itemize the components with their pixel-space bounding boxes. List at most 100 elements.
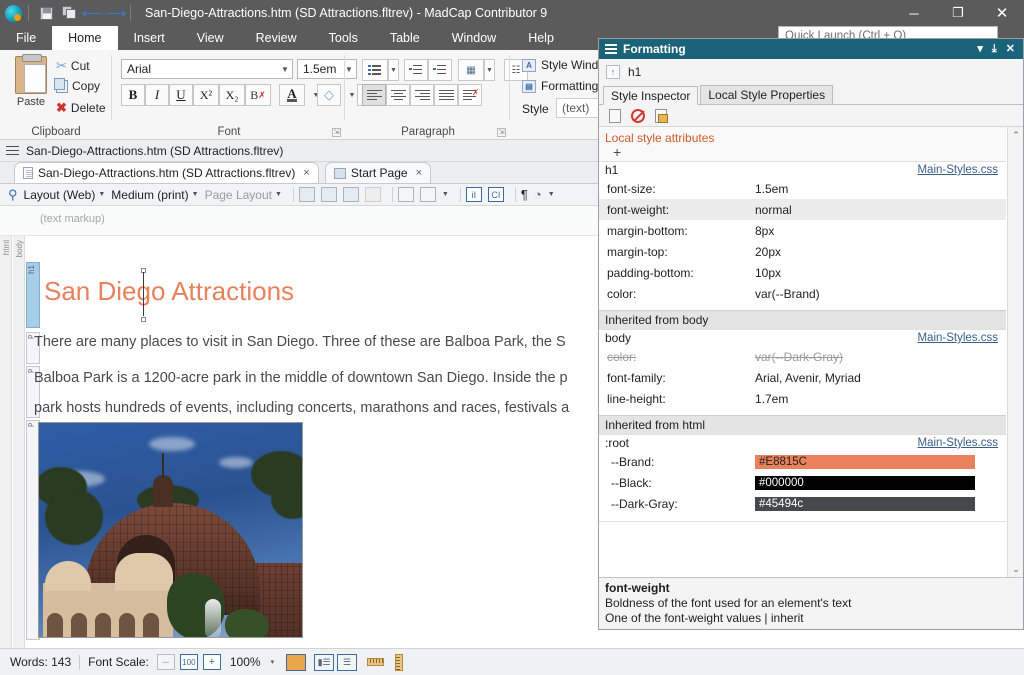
remove-style-button[interactable] bbox=[630, 108, 645, 123]
font-scale-reset-button[interactable]: 100 bbox=[179, 654, 198, 670]
ribbon-tab-home[interactable]: Home bbox=[52, 26, 118, 50]
property-row-body-font-family[interactable]: font-family: Arial, Avenir, Myriad bbox=[599, 367, 1006, 388]
pane-menu-icon[interactable] bbox=[6, 145, 19, 156]
panel-scrollbar[interactable]: ⌃ ⌄ bbox=[1007, 127, 1023, 577]
font-family-combo[interactable]: Arial ▼ bbox=[121, 59, 293, 79]
show-preview-button[interactable] bbox=[342, 187, 359, 202]
panel-menu-icon[interactable] bbox=[605, 44, 617, 54]
highlight-button[interactable]: ◇ bbox=[317, 84, 341, 106]
style-inspector-body[interactable]: ⌃ ⌄ Local style attributes + h1 Main-Sty… bbox=[599, 127, 1023, 577]
show-snippets-button[interactable] bbox=[397, 187, 414, 202]
horizontal-ruler-button[interactable] bbox=[366, 654, 385, 671]
italic-button[interactable]: I bbox=[145, 84, 169, 106]
document-image[interactable] bbox=[38, 422, 303, 638]
bullet-list-dropdown[interactable]: ▼ bbox=[388, 59, 399, 81]
superscript-button[interactable]: X² bbox=[193, 84, 219, 106]
show-blocks-button[interactable] bbox=[320, 187, 337, 202]
property-row-font-size[interactable]: font-size: 1.5em bbox=[599, 178, 1006, 199]
xml-editor-icon[interactable]: ⚲ bbox=[8, 187, 18, 203]
bold-button[interactable]: B bbox=[121, 84, 145, 106]
rule-source-h1[interactable]: Main-Styles.css bbox=[917, 164, 998, 176]
concept-button[interactable]: CI bbox=[487, 187, 504, 202]
ribbon-tab-window[interactable]: Window bbox=[436, 26, 512, 50]
close-button[interactable]: ✕ bbox=[980, 0, 1024, 26]
property-row-var-dark-gray[interactable]: --Dark-Gray: #45494c bbox=[599, 493, 1006, 514]
align-right-button[interactable] bbox=[410, 84, 434, 106]
panel-dropdown-icon[interactable]: ▾ bbox=[977, 43, 983, 55]
redo-button[interactable]: ⟶ bbox=[105, 5, 127, 22]
font-scale-increase-button[interactable]: + bbox=[202, 654, 221, 670]
property-row-margin-bottom[interactable]: margin-bottom: 8px bbox=[599, 220, 1006, 241]
body-structure-column[interactable]: body bbox=[13, 236, 25, 648]
font-dialog-launcher[interactable]: ⇲ bbox=[332, 128, 341, 137]
paste-button[interactable]: Paste bbox=[8, 54, 54, 118]
show-marks-button[interactable]: ¶ bbox=[521, 187, 528, 202]
document-tab-san-diego[interactable]: San-Diego-Attractions.htm (SD Attraction… bbox=[14, 162, 319, 183]
select-parent-icon[interactable]: ↑ bbox=[606, 65, 620, 79]
close-tab-icon[interactable]: × bbox=[303, 167, 309, 179]
align-justify-button[interactable] bbox=[434, 84, 458, 106]
panel-pin-icon[interactable]: ⤓ bbox=[992, 43, 997, 55]
underline-button[interactable]: U bbox=[169, 84, 193, 106]
scroll-down-arrow-icon[interactable]: ⌄ bbox=[1008, 561, 1023, 577]
conditions-dropdown[interactable]: ▼ bbox=[548, 191, 555, 198]
property-row-margin-top[interactable]: margin-top: 20px bbox=[599, 241, 1006, 262]
property-row-font-weight[interactable]: font-weight: normal bbox=[599, 199, 1006, 220]
tab-style-inspector[interactable]: Style Inspector bbox=[603, 86, 699, 105]
document-tab-start-page[interactable]: Start Page × bbox=[324, 162, 431, 183]
property-row-body-color[interactable]: color: var(--Dark-Gray) bbox=[599, 346, 1006, 367]
image-options-button[interactable]: ▦ bbox=[458, 59, 484, 81]
align-center-button[interactable] bbox=[386, 84, 410, 106]
close-tab-icon-2[interactable]: × bbox=[416, 167, 422, 179]
font-scale-decrease-button[interactable]: ─ bbox=[156, 654, 175, 670]
document-paragraph-3[interactable]: park hosts hundreds of events, including… bbox=[34, 400, 569, 416]
document-paragraph-2[interactable]: Balboa Park is a 1200-acre park in the m… bbox=[34, 370, 568, 386]
scroll-up-arrow-icon[interactable]: ⌃ bbox=[1008, 127, 1023, 143]
clear-formatting-button[interactable]: B ✗ bbox=[245, 84, 271, 106]
decrease-indent-button[interactable] bbox=[404, 59, 428, 81]
zoom-dropdown-icon[interactable]: ▾ bbox=[271, 658, 275, 666]
layout-dropdown[interactable]: Layout (Web) ▼ bbox=[24, 188, 106, 202]
rule-source-root[interactable]: Main-Styles.css bbox=[917, 437, 998, 449]
bullet-list-button[interactable] bbox=[362, 59, 388, 81]
split-layout-button[interactable]: ☰ bbox=[337, 653, 358, 671]
property-row-color[interactable]: color: var(--Brand) bbox=[599, 283, 1006, 304]
selection-handle-bottom[interactable] bbox=[141, 317, 146, 322]
stylesheet-button[interactable] bbox=[607, 108, 622, 123]
page-layout-dropdown[interactable]: Page Layout ▼ bbox=[205, 188, 282, 202]
show-variables-button[interactable] bbox=[419, 187, 436, 202]
tag-bar-h1[interactable]: h1 bbox=[26, 262, 40, 328]
align-left-button[interactable] bbox=[362, 84, 386, 106]
image-options-dropdown[interactable]: ▼ bbox=[484, 59, 495, 81]
save-button[interactable] bbox=[38, 5, 55, 22]
show-tags-button[interactable] bbox=[298, 187, 315, 202]
formatting-window-button[interactable]: ▤ Formatting bbox=[522, 79, 598, 93]
property-row-padding-bottom[interactable]: padding-bottom: 10px bbox=[599, 262, 1006, 283]
increase-indent-button[interactable] bbox=[428, 59, 452, 81]
minimize-button[interactable]: ─ bbox=[892, 0, 936, 26]
panel-close-icon[interactable]: ✕ bbox=[1006, 43, 1015, 55]
vertical-ruler-button[interactable] bbox=[389, 653, 408, 671]
ribbon-tab-view[interactable]: View bbox=[181, 26, 240, 50]
delete-button[interactable]: ✖ Delete bbox=[56, 100, 106, 116]
subscript-button[interactable]: X₂ bbox=[219, 84, 245, 106]
rule-source-body[interactable]: Main-Styles.css bbox=[917, 332, 998, 344]
ribbon-tab-tools[interactable]: Tools bbox=[313, 26, 374, 50]
ribbon-tab-review[interactable]: Review bbox=[240, 26, 313, 50]
property-row-var-black[interactable]: --Black: #000000 bbox=[599, 472, 1006, 493]
document-paragraph-1[interactable]: There are many places to visit in San Di… bbox=[34, 334, 566, 350]
tab-local-style-properties[interactable]: Local Style Properties bbox=[700, 85, 834, 104]
cut-button[interactable]: ✂ Cut bbox=[56, 58, 90, 74]
ribbon-tab-help[interactable]: Help bbox=[512, 26, 570, 50]
property-row-var-brand[interactable]: --Brand: #E8815C bbox=[599, 451, 1006, 472]
medium-dropdown[interactable]: Medium (print) ▼ bbox=[111, 188, 198, 202]
edit-style-button[interactable] bbox=[653, 108, 668, 123]
undo-button[interactable]: ⟵ bbox=[82, 5, 104, 22]
clear-paragraph-button[interactable]: ✗ bbox=[458, 84, 482, 106]
text-color-button[interactable]: A bbox=[279, 84, 305, 106]
property-row-body-line-height[interactable]: line-height: 1.7em bbox=[599, 388, 1006, 409]
add-local-attribute-button[interactable]: + bbox=[613, 145, 1006, 159]
index-entry-button[interactable]: iI bbox=[465, 187, 482, 202]
print-layout-button[interactable]: ▮☰ bbox=[314, 653, 335, 671]
copy-button[interactable]: Copy bbox=[54, 77, 100, 93]
